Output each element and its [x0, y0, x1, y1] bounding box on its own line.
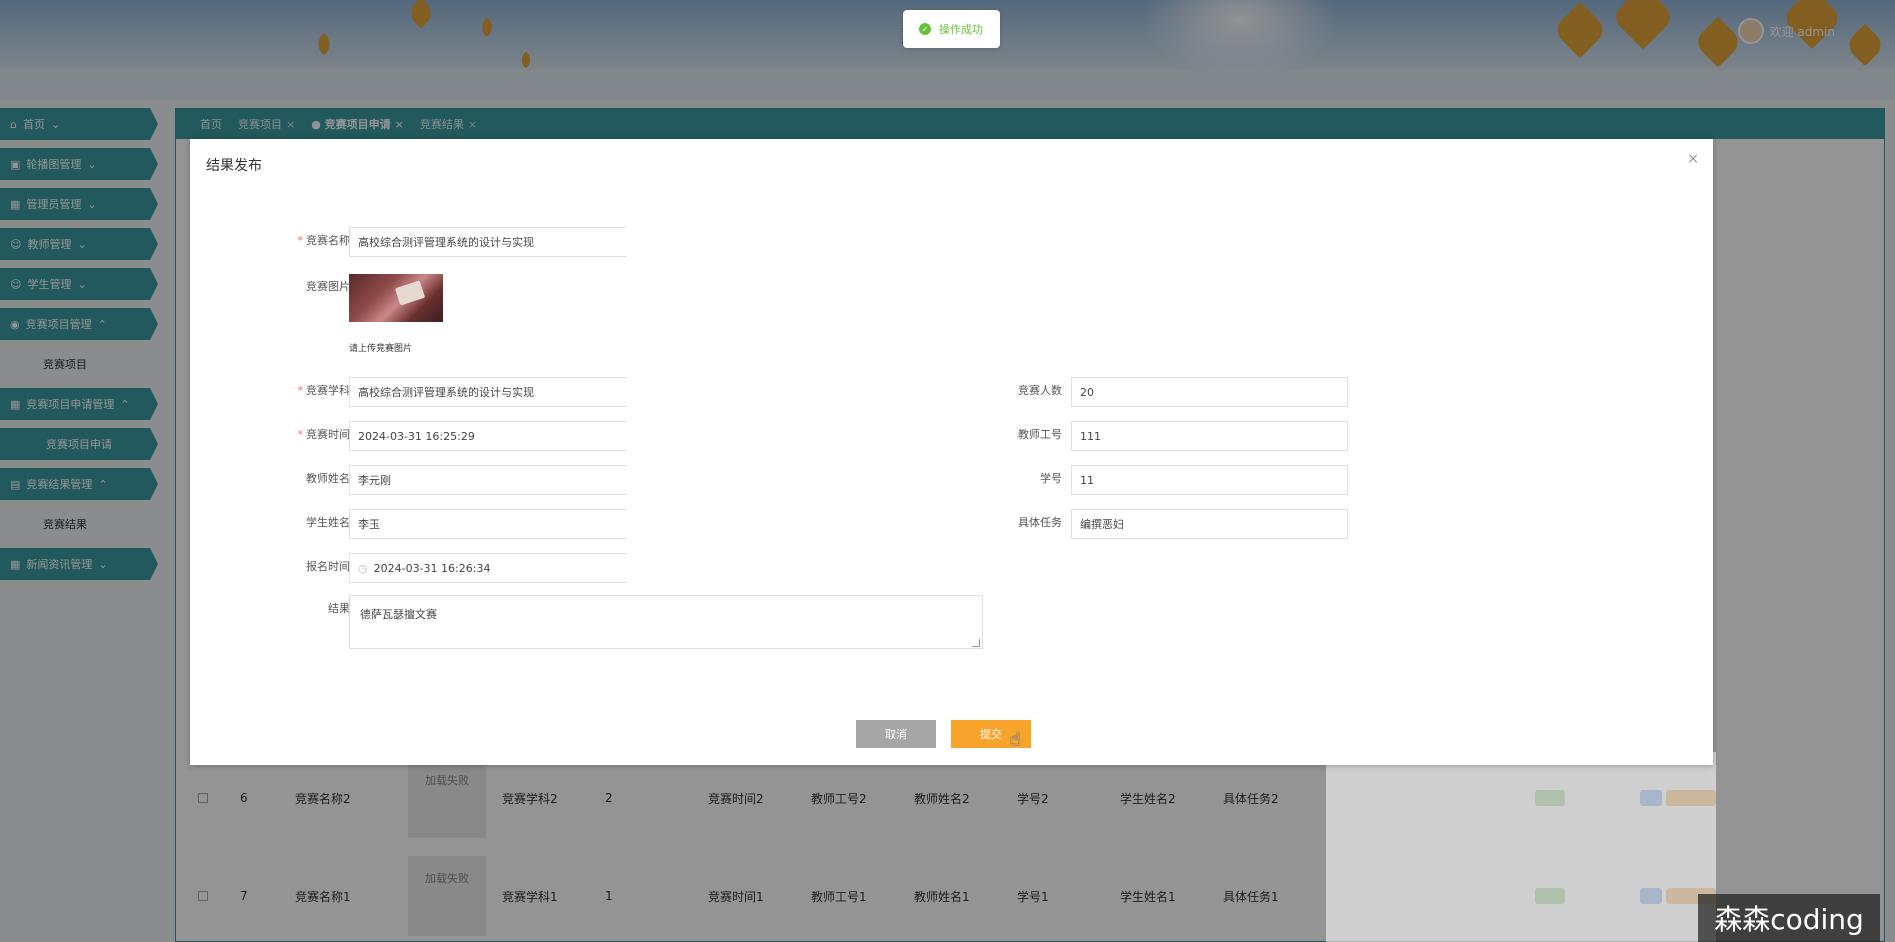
student-no-input[interactable]: 11	[1071, 465, 1348, 495]
competition-image[interactable]	[349, 274, 443, 322]
cancel-button[interactable]: 取消	[856, 720, 936, 748]
required-mark: *	[297, 384, 304, 397]
label-text: 竞赛学科	[306, 384, 350, 397]
result-publish-dialog: 结果发布 × * 竞赛名称 高校综合测评管理系统的设计与实现 竞赛图片 请上传竞赛…	[190, 139, 1713, 765]
field-label-image: 竞赛图片	[306, 280, 350, 293]
clock-icon: ◷	[358, 561, 368, 575]
signup-time-input[interactable]: ◷ 2024-03-31 16:26:34	[349, 553, 627, 583]
field-label-student-no: 学号	[1040, 472, 1062, 485]
close-icon[interactable]: ×	[1687, 151, 1699, 167]
competition-name-input[interactable]: 高校综合测评管理系统的设计与实现	[349, 227, 627, 257]
dialog-title: 结果发布	[206, 158, 262, 174]
competition-subject-input[interactable]: 高校综合测评管理系统的设计与实现	[349, 377, 627, 407]
success-toast: ✓ 操作成功	[903, 10, 1000, 48]
field-label-task: 具体任务	[1018, 516, 1062, 529]
field-label-time: * 竞赛时间	[240, 426, 351, 442]
result-textarea[interactable]: 德萨瓦瑟擅文赛	[349, 595, 983, 649]
teacher-name-input[interactable]: 李元刚	[349, 465, 627, 495]
field-label-result: 结果	[328, 602, 350, 615]
check-circle-icon: ✓	[919, 23, 931, 35]
required-mark: *	[297, 234, 304, 247]
field-label-signup-time: 报名时间	[306, 560, 350, 573]
student-name-input[interactable]: 李玉	[349, 509, 627, 539]
task-input[interactable]: 编撰恶妇	[1071, 509, 1348, 539]
watermark: 森森coding	[1698, 894, 1880, 942]
blurred-panel	[1326, 752, 1716, 942]
field-label-teacher-name: 教师姓名	[306, 472, 350, 485]
upload-hint: 请上传竞赛图片	[349, 344, 413, 354]
hand-cursor-icon: ☝	[1010, 729, 1021, 750]
required-mark: *	[297, 428, 304, 441]
signup-time-value: 2024-03-31 16:26:34	[373, 561, 491, 575]
competition-count-input[interactable]: 20	[1071, 377, 1348, 407]
field-label-name: * 竞赛名称	[240, 232, 351, 248]
label-text: 竞赛时间	[306, 428, 350, 441]
toast-text: 操作成功	[939, 23, 983, 36]
field-label-subject: * 竞赛学科	[240, 382, 351, 398]
teacher-no-input[interactable]: 111	[1071, 421, 1348, 451]
result-text: 德萨瓦瑟擅文赛	[360, 608, 437, 621]
field-label-student-name: 学生姓名	[306, 516, 350, 529]
field-label-count: 竞赛人数	[1018, 384, 1062, 397]
resize-handle-icon[interactable]	[972, 639, 980, 647]
competition-time-input[interactable]: 2024-03-31 16:25:29	[349, 421, 627, 451]
label-text: 竞赛名称	[306, 234, 350, 247]
field-label-teacher-no: 教师工号	[1018, 428, 1062, 441]
